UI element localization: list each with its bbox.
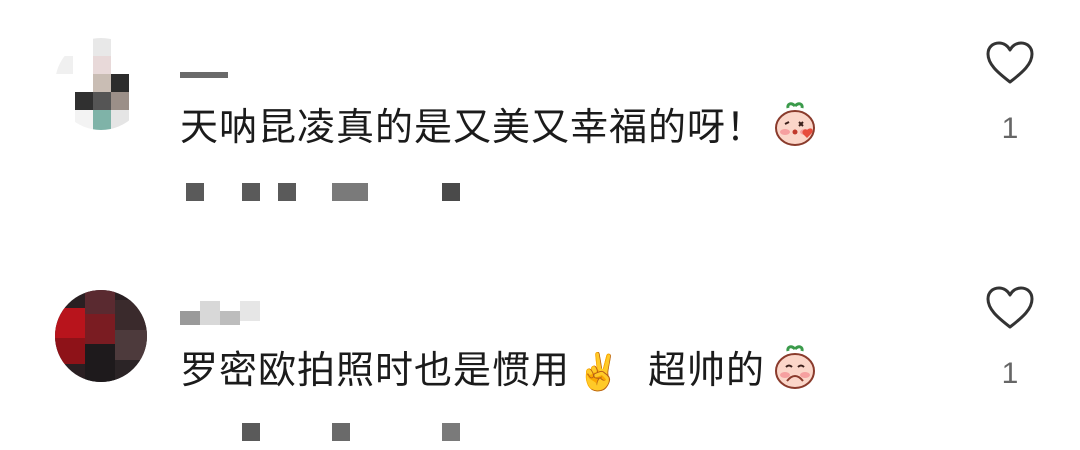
comment-text: 天呐昆凌真的是又美又幸福的呀！ <box>180 100 819 159</box>
peach-hiding-emoji-icon <box>771 343 819 402</box>
peach-kiss-emoji-icon <box>771 100 819 159</box>
comment-text: 罗密欧拍照时也是惯用 ✌️ 超帅的 <box>180 343 819 402</box>
victory-hand-icon: ✌️ <box>576 351 622 393</box>
heart-icon[interactable] <box>985 285 1035 331</box>
username[interactable] <box>180 295 260 327</box>
comment-meta <box>180 423 500 443</box>
like-count: 1 <box>1001 112 1019 145</box>
like-count: 1 <box>1001 357 1019 390</box>
like-button[interactable]: 1 <box>980 285 1040 391</box>
username[interactable] <box>180 58 228 90</box>
heart-icon[interactable] <box>985 40 1035 86</box>
comment-body: 罗密欧拍照时也是惯用 <box>180 348 571 392</box>
like-button[interactable]: 1 <box>980 40 1040 146</box>
avatar[interactable] <box>55 290 147 382</box>
comment-meta <box>180 183 500 203</box>
comment-body-suffix: 超帅的 <box>648 348 766 392</box>
avatar[interactable] <box>55 38 147 130</box>
comment-body: 天呐昆凌真的是又美又幸福的呀！ <box>180 105 766 149</box>
comment-item: 天呐昆凌真的是又美又幸福的呀！ 1 <box>0 0 1080 225</box>
comment-item: 罗密欧拍照时也是惯用 ✌️ 超帅的 1 <box>0 225 1080 450</box>
